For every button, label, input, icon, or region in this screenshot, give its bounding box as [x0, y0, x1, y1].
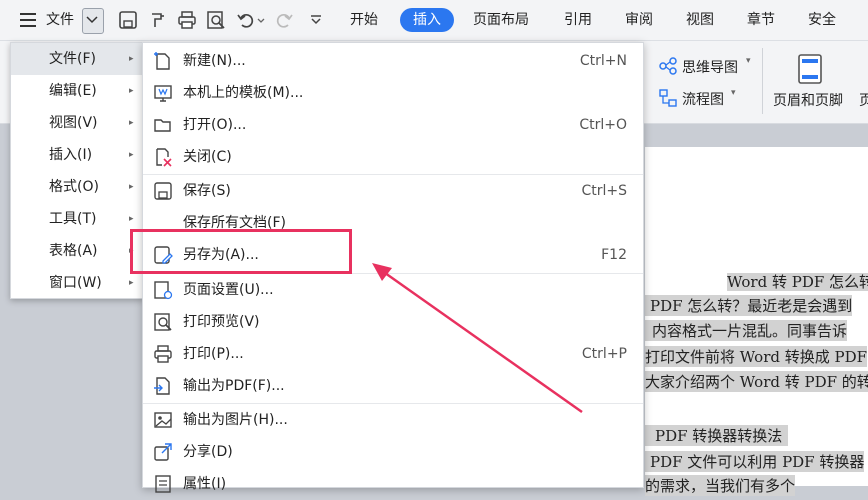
- menu-item-share[interactable]: 分享(D): [143, 436, 643, 468]
- menu-item-print-preview[interactable]: 打印预览(V): [143, 306, 643, 338]
- header-footer-icon: [798, 54, 822, 84]
- tab-view[interactable]: 视图: [686, 0, 714, 40]
- menu-item-export-pdf[interactable]: 输出为PDF(F)...: [143, 370, 643, 402]
- menu-item-edit[interactable]: 编辑(E) ▸: [11, 75, 143, 107]
- mindmap-dropdown-icon[interactable]: ▾: [746, 56, 751, 66]
- doc-line: Word 转 PDF 怎么转: [727, 271, 868, 292]
- close-doc-icon: [156, 148, 172, 167]
- customize-toolbar-icon[interactable]: [306, 10, 326, 30]
- printer-icon: [154, 345, 172, 363]
- ribbon-partial-label: 页: [859, 93, 868, 109]
- doc-line: 内容格式一片混乱。同事告诉: [645, 320, 848, 341]
- menu-item-insert[interactable]: 插入(I) ▸: [11, 139, 143, 171]
- print-preview-icon[interactable]: [206, 10, 226, 30]
- menu-label: 分享(D): [183, 444, 233, 460]
- doc-line: PDF 文件可以利用 PDF 转换器: [645, 451, 865, 472]
- format-painter-icon[interactable]: [148, 10, 168, 30]
- menubar: 文件 开始 插入 页面布局 引用 审阅 视图 章节 安全: [0, 0, 868, 41]
- save-icon[interactable]: [118, 10, 138, 30]
- menu-item-print[interactable]: 打印(P)... Ctrl+P: [143, 338, 643, 370]
- menu-item-window[interactable]: 窗口(W) ▸: [11, 267, 143, 299]
- menu-label: 页面设置(U)...: [183, 282, 274, 298]
- menu-item-properties[interactable]: 属性(I): [143, 468, 643, 500]
- file-dropdown-button[interactable]: [82, 8, 104, 34]
- share-icon: [154, 443, 172, 461]
- page-setup-icon: [154, 281, 173, 300]
- doc-heading: PDF 转换器转换法: [645, 425, 789, 446]
- tab-start[interactable]: 开始: [350, 0, 378, 40]
- menu-label: 打开(O)...: [183, 117, 247, 133]
- menu-item-new[interactable]: 新建(N)... Ctrl+N: [143, 45, 643, 77]
- shortcut-label: Ctrl+S: [581, 183, 627, 199]
- print-icon[interactable]: [177, 10, 197, 30]
- menu-label: 打印(P)...: [183, 346, 244, 362]
- shortcut-label: F12: [601, 247, 627, 263]
- menu-item-page-setup[interactable]: 页面设置(U)...: [143, 274, 643, 306]
- tab-page-layout[interactable]: 页面布局: [473, 0, 529, 40]
- chevron-down-icon: [86, 16, 98, 24]
- menu-label: 打印预览(V): [183, 314, 260, 330]
- doc-line: 大家介绍两个 Word 转 PDF 的转: [645, 371, 868, 392]
- menu-item-file[interactable]: 文件(F) ▸: [11, 43, 143, 75]
- print-preview-icon: [154, 313, 172, 331]
- menu-item-open[interactable]: 打开(O)... Ctrl+O: [143, 109, 643, 141]
- classic-menu: 文件(F) ▸ 编辑(E) ▸ 视图(V) ▸ 插入(I) ▸ 格式(O) ▸ 工具(T)…: [10, 42, 144, 299]
- flowchart-icon: [659, 89, 677, 107]
- menu-label: 输出为图片(H)...: [183, 412, 288, 428]
- undo-icon[interactable]: [236, 10, 256, 30]
- new-doc-icon: [154, 52, 170, 70]
- hamburger-icon[interactable]: [20, 13, 36, 27]
- export-image-icon: [154, 412, 172, 428]
- folder-open-icon: [154, 119, 171, 132]
- file-menu-button[interactable]: 文件: [46, 0, 74, 40]
- template-icon: [154, 85, 172, 102]
- menu-item-export-image[interactable]: 输出为图片(H)...: [143, 404, 643, 436]
- redo-icon[interactable]: [274, 10, 294, 30]
- menu-item-save[interactable]: 保存(S) Ctrl+S: [143, 175, 643, 207]
- menu-item-tools[interactable]: 工具(T) ▸: [11, 203, 143, 235]
- doc-line: 打印文件前将 Word 转换成 PDF: [645, 346, 868, 367]
- highlight-box: [130, 229, 352, 274]
- doc-line: PDF 怎么转？最近老是会遇到: [645, 295, 853, 316]
- menu-label: 新建(N)...: [183, 53, 246, 69]
- menu-item-view[interactable]: 视图(V) ▸: [11, 107, 143, 139]
- menu-label: 本机上的模板(M)...: [183, 85, 304, 101]
- flowchart-dropdown-icon[interactable]: ▾: [731, 88, 736, 98]
- menu-label: 输出为PDF(F)...: [183, 378, 285, 394]
- properties-icon: [155, 475, 171, 493]
- shortcut-label: Ctrl+P: [581, 346, 627, 362]
- document-page[interactable]: Word 转 PDF 怎么转 PDF 怎么转？最近老是会遇到 内容格式一片混乱。…: [645, 147, 868, 496]
- save-icon: [154, 182, 172, 200]
- menu-label: 关闭(C): [183, 149, 232, 165]
- ribbon-divider: [762, 48, 763, 114]
- mindmap-button[interactable]: 思维导图: [682, 57, 738, 77]
- header-footer-button[interactable]: 页眉和页脚: [773, 90, 843, 110]
- menu-label: 属性(I): [183, 476, 227, 492]
- shortcut-label: Ctrl+N: [579, 53, 627, 69]
- shortcut-label: Ctrl+O: [579, 117, 627, 133]
- menu-item-format[interactable]: 格式(O) ▸: [11, 171, 143, 203]
- tab-security[interactable]: 安全: [808, 0, 836, 40]
- tab-insert[interactable]: 插入: [400, 8, 454, 32]
- menu-item-close[interactable]: 关闭(C): [143, 141, 643, 173]
- export-pdf-icon: [154, 377, 170, 395]
- tab-chapter[interactable]: 章节: [747, 0, 775, 40]
- menu-label: 保存(S): [183, 183, 231, 199]
- menu-item-local-templates[interactable]: 本机上的模板(M)...: [143, 77, 643, 109]
- tab-references[interactable]: 引用: [564, 0, 592, 40]
- undo-dropdown-icon[interactable]: [256, 10, 266, 30]
- flowchart-button[interactable]: 流程图: [682, 89, 724, 109]
- menu-item-table[interactable]: 表格(A) ▸: [11, 235, 143, 267]
- mindmap-icon: [659, 57, 677, 75]
- tab-review[interactable]: 审阅: [625, 0, 653, 40]
